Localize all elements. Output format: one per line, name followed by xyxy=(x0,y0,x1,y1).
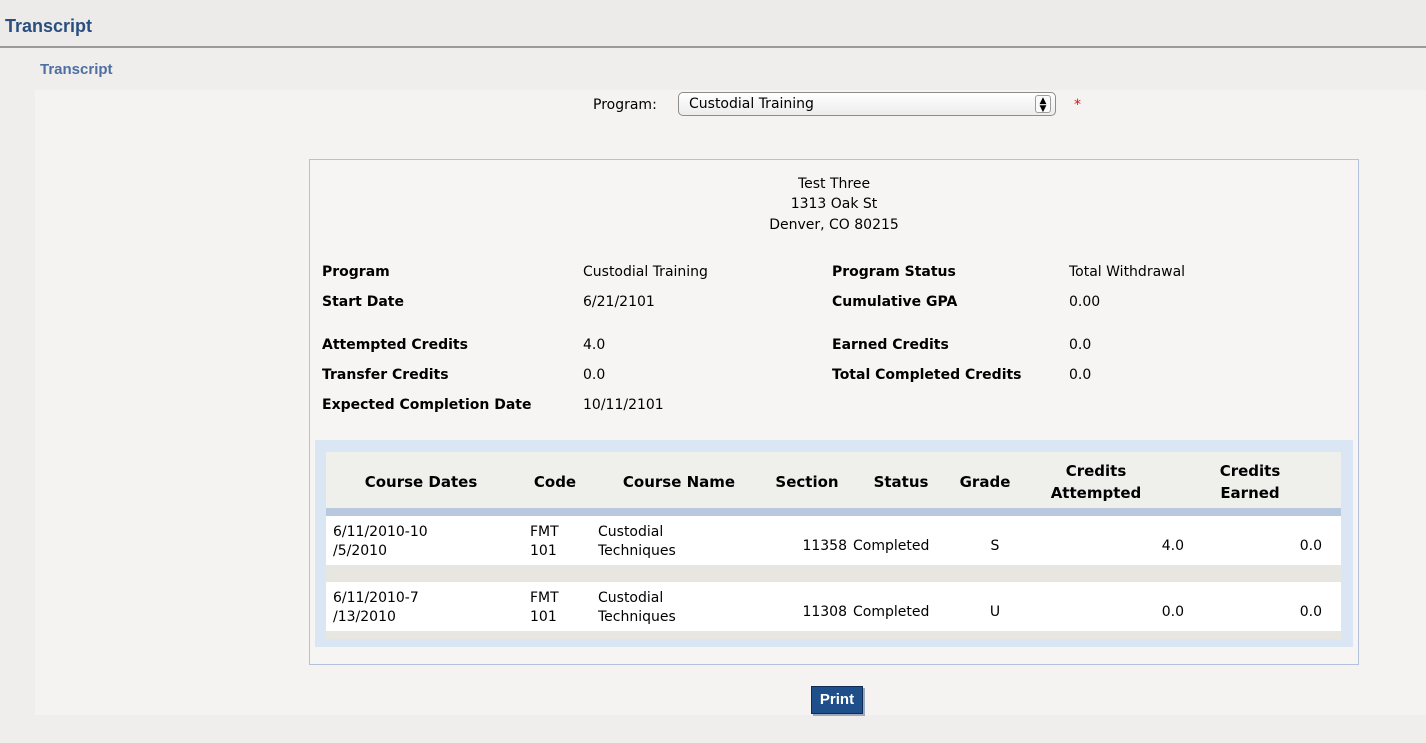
transfer-credits-label: Transfer Credits xyxy=(322,367,449,383)
row-2-section: 11308 xyxy=(802,604,847,620)
program-select-label: Program: xyxy=(593,97,657,113)
row-1-name-line1: Custodial xyxy=(598,524,664,540)
program-select[interactable]: Custodial Training ▲ ▼ xyxy=(678,92,1056,116)
row-1-name-line2: Techniques xyxy=(598,543,676,559)
page-header: Transcript xyxy=(0,0,1426,48)
program-label: Program xyxy=(322,264,390,280)
section-title: Transcript xyxy=(40,61,113,78)
start-date-value: 6/21/2101 xyxy=(583,294,655,310)
print-button[interactable]: Print xyxy=(811,686,863,714)
row-2-code-line2: 101 xyxy=(530,609,557,625)
student-name: Test Three xyxy=(797,176,871,192)
total-completed-credits-value: 0.0 xyxy=(1069,367,1092,383)
program-value: Custodial Training xyxy=(583,264,708,280)
row-separator xyxy=(326,565,1341,582)
required-marker: * xyxy=(1074,97,1081,113)
attempted-credits-label: Attempted Credits xyxy=(322,337,468,353)
col-credits-attempted-1: Credits xyxy=(1065,462,1127,480)
col-course-dates: Course Dates xyxy=(364,473,478,491)
cumulative-gpa-value: 0.00 xyxy=(1069,294,1101,310)
attempted-credits-value: 4.0 xyxy=(583,337,606,353)
col-section: Section xyxy=(775,473,839,491)
col-status: Status xyxy=(873,473,929,491)
col-credits-attempted-2: Attempted xyxy=(1050,484,1142,502)
student-street: 1313 Oak St xyxy=(790,196,878,212)
row-2-dates-line2: /13/2010 xyxy=(333,609,396,625)
program-status-value: Total Withdrawal xyxy=(1069,264,1186,280)
expected-completion-label: Expected Completion Date xyxy=(322,397,532,413)
row-2-code-line1: FMT xyxy=(530,590,559,606)
row-2-status: Completed xyxy=(853,604,930,620)
row-1-dates-line1: 6/11/2010-10 xyxy=(333,524,428,540)
cumulative-gpa-label: Cumulative GPA xyxy=(832,294,958,310)
col-credits-earned-2: Earned xyxy=(1220,484,1280,502)
earned-credits-label: Earned Credits xyxy=(832,337,949,353)
row-2-credits-earned: 0.0 xyxy=(1299,604,1322,620)
col-credits-earned-1: Credits xyxy=(1219,462,1281,480)
row-1-code-line1: FMT xyxy=(530,524,559,540)
row-1-grade: S xyxy=(990,538,1000,554)
row-2-name-line1: Custodial xyxy=(598,590,664,606)
col-course-name: Course Name xyxy=(622,473,736,491)
col-code: Code xyxy=(533,473,577,491)
student-city-state-zip: Denver, CO 80215 xyxy=(769,217,899,233)
transfer-credits-value: 0.0 xyxy=(583,367,606,383)
total-completed-credits-label: Total Completed Credits xyxy=(832,367,1022,383)
row-2-credits-attempted: 0.0 xyxy=(1161,604,1184,620)
table-bottom xyxy=(326,631,1341,639)
earned-credits-value: 0.0 xyxy=(1069,337,1092,353)
row-1-status: Completed xyxy=(853,538,930,554)
expected-completion-value: 10/11/2101 xyxy=(583,397,664,413)
row-1-dates-line2: /5/2010 xyxy=(333,543,387,559)
row-1-code-line2: 101 xyxy=(530,543,557,559)
program-select-value: Custodial Training xyxy=(689,96,814,112)
row-2-grade: U xyxy=(989,604,1001,620)
row-1-credits-earned: 0.0 xyxy=(1299,538,1322,554)
row-2-dates-line1: 6/11/2010-7 xyxy=(333,590,419,606)
program-status-label: Program Status xyxy=(832,264,956,280)
row-2-name-line2: Techniques xyxy=(598,609,676,625)
header-divider xyxy=(326,508,1341,516)
col-grade: Grade xyxy=(959,473,1011,491)
row-1-section: 11358 xyxy=(802,538,847,554)
row-1-credits-attempted: 4.0 xyxy=(1161,538,1184,554)
start-date-label: Start Date xyxy=(322,294,404,310)
page-title: Transcript xyxy=(5,16,93,36)
select-updown-icon: ▲ ▼ xyxy=(1035,95,1051,114)
